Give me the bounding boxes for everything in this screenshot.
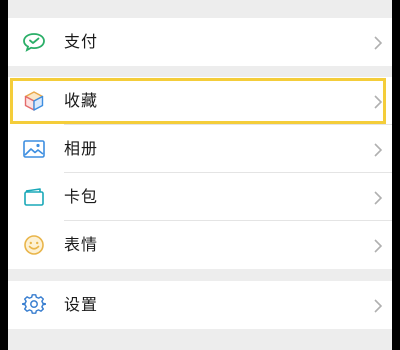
image-icon (22, 138, 46, 160)
tools-group: 收藏 相册 卡包 表情 (8, 77, 392, 269)
chevron-right-icon (372, 142, 384, 157)
chevron-right-icon (372, 94, 384, 109)
smiley-icon (22, 234, 46, 256)
chevron-right-icon (372, 190, 384, 205)
settings-group: 设置 (8, 281, 392, 329)
wechat-pay-icon (22, 31, 46, 53)
me-page-menu: 支付 收藏 相册 卡包 表情 设置 (8, 0, 392, 350)
card-icon (22, 186, 46, 208)
menu-item-favorites[interactable]: 收藏 (8, 77, 392, 125)
menu-item-stickers[interactable]: 表情 (8, 221, 392, 269)
cube-icon (22, 90, 46, 112)
menu-item-label: 设置 (64, 295, 99, 314)
menu-item-pay[interactable]: 支付 (8, 18, 392, 66)
chevron-right-icon (372, 35, 384, 50)
menu-item-label: 支付 (64, 32, 99, 51)
menu-item-cards[interactable]: 卡包 (8, 173, 392, 221)
menu-item-label: 收藏 (64, 91, 99, 110)
menu-item-label: 相册 (64, 139, 99, 158)
menu-item-label: 卡包 (64, 187, 99, 206)
menu-item-settings[interactable]: 设置 (8, 281, 392, 329)
chevron-right-icon (372, 238, 384, 253)
menu-item-album[interactable]: 相册 (8, 125, 392, 173)
menu-item-label: 表情 (64, 235, 99, 254)
gear-icon (22, 294, 46, 316)
pay-group: 支付 (8, 18, 392, 66)
chevron-right-icon (372, 298, 384, 313)
